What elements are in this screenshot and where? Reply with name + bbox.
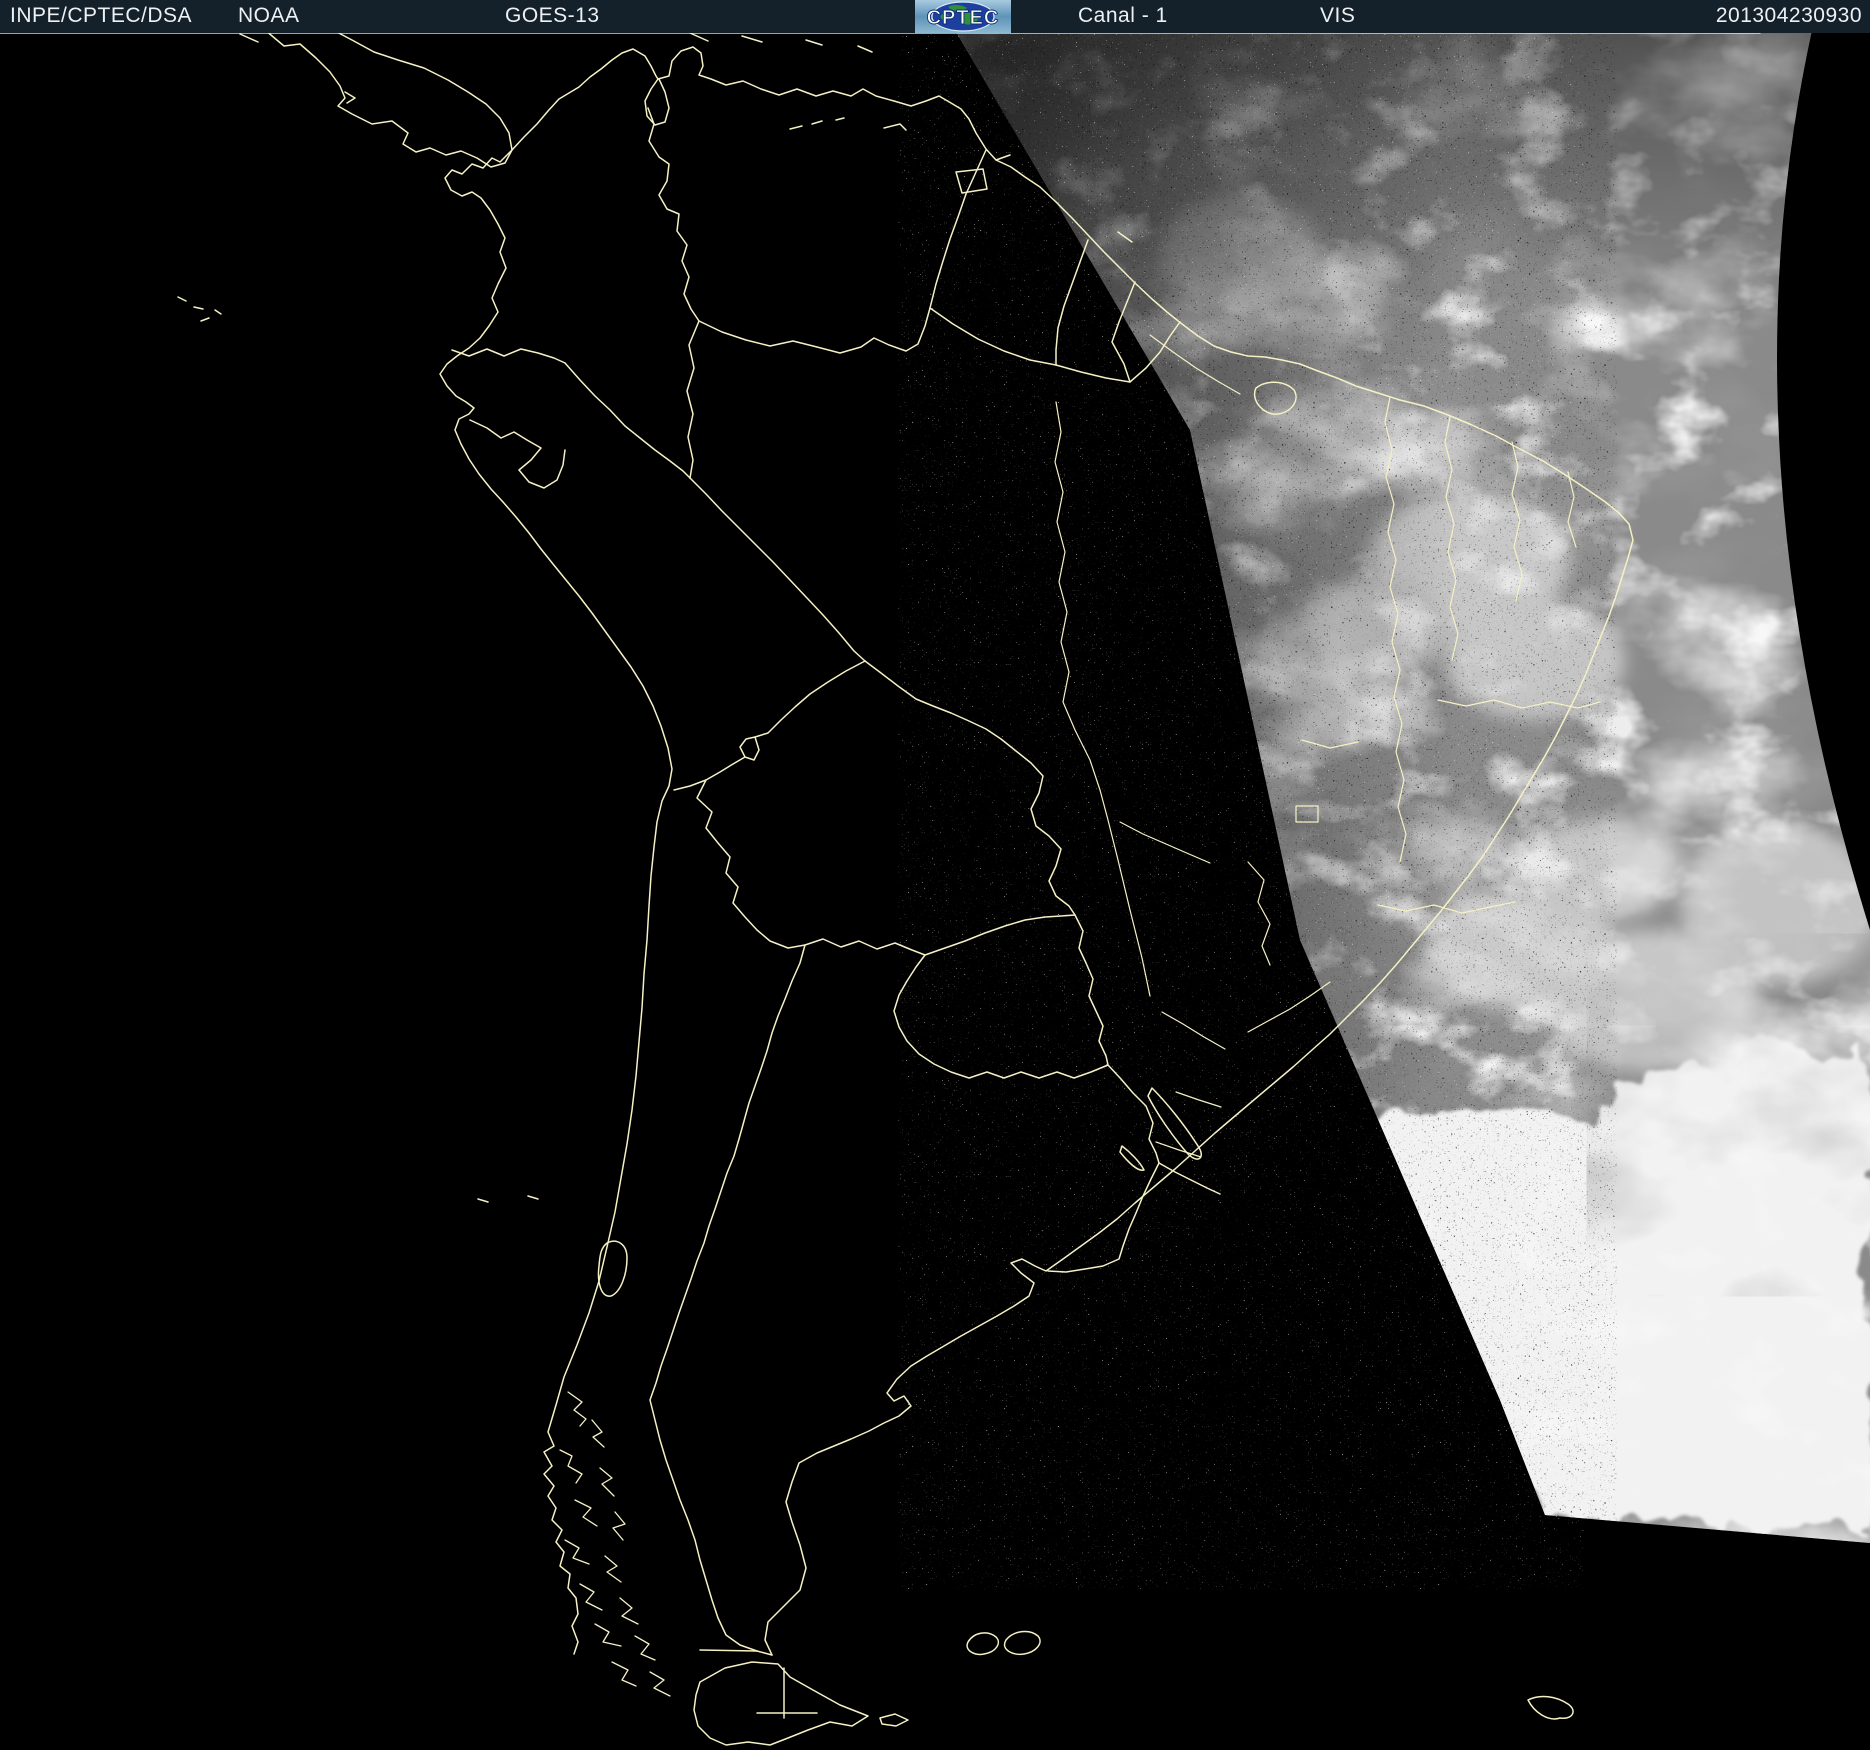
satellite-map [0, 0, 1870, 1750]
title-bar: INPE/CPTEC/DSA NOAA GOES-13 CPTEC Canal … [0, 0, 1870, 33]
satellite-label: GOES-13 [505, 4, 600, 27]
cptec-logo-text: CPTEC [927, 7, 1000, 29]
band-label: VIS [1320, 4, 1356, 27]
agency-label: NOAA [238, 4, 300, 27]
satellite-viewer: INPE/CPTEC/DSA NOAA GOES-13 CPTEC Canal … [0, 0, 1870, 1750]
institution-label: INPE/CPTEC/DSA [10, 4, 193, 27]
channel-label: Canal - 1 [1078, 4, 1168, 27]
cptec-logo-icon: CPTEC [915, 0, 1011, 33]
timestamp-label: 201304230930 [1715, 4, 1862, 27]
